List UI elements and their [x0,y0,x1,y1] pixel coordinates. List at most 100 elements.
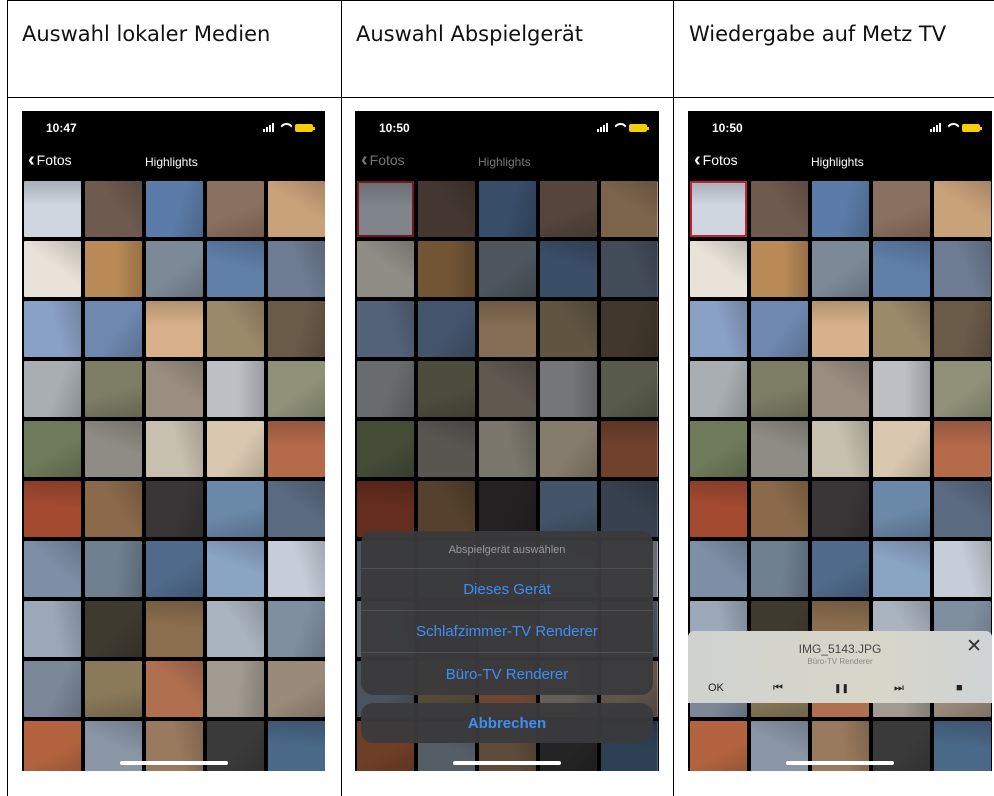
photo-thumbnail[interactable] [268,481,325,537]
photo-thumbnail[interactable] [690,721,747,771]
photo-thumbnail[interactable] [207,481,264,537]
photo-thumbnail[interactable] [268,301,325,357]
photo-thumbnail[interactable] [24,721,81,771]
photo-thumbnail[interactable] [357,181,414,237]
photo-thumbnail[interactable] [479,481,536,537]
photo-thumbnail[interactable] [24,481,81,537]
photo-thumbnail[interactable] [24,421,81,477]
photo-thumbnail[interactable] [601,481,658,537]
photo-thumbnail[interactable] [85,541,142,597]
photo-thumbnail[interactable] [85,661,142,717]
photo-thumbnail[interactable] [207,301,264,357]
photo-thumbnail[interactable] [24,601,81,657]
photo-thumbnail[interactable] [146,481,203,537]
photo-thumbnail[interactable] [601,241,658,297]
option-bedroom-tv-renderer[interactable]: Schlafzimmer-TV Renderer [361,611,653,653]
photo-thumbnail[interactable] [751,421,808,477]
photo-thumbnail[interactable] [540,481,597,537]
photo-thumbnail[interactable] [24,541,81,597]
photo-thumbnail[interactable] [207,241,264,297]
photo-thumbnail[interactable] [812,241,869,297]
photo-thumbnail[interactable] [873,481,930,537]
photo-thumbnail[interactable] [934,541,991,597]
photo-thumbnail[interactable] [690,481,747,537]
photo-thumbnail[interactable] [146,661,203,717]
photo-thumbnail[interactable] [601,361,658,417]
photo-thumbnail[interactable] [207,601,264,657]
option-this-device[interactable]: Dieses Gerät [361,569,653,611]
photo-thumbnail[interactable] [207,421,264,477]
photo-thumbnail[interactable] [934,421,991,477]
close-icon[interactable]: ✕ [966,637,982,657]
back-button[interactable]: ‹ Fotos [28,150,72,170]
photo-thumbnail[interactable] [418,181,475,237]
photo-thumbnail[interactable] [540,421,597,477]
photo-thumbnail[interactable] [873,241,930,297]
photo-thumbnail[interactable] [934,481,991,537]
photo-thumbnail[interactable] [934,241,991,297]
photo-thumbnail[interactable] [873,301,930,357]
pause-icon[interactable]: ❚❚ [834,681,849,695]
photo-thumbnail[interactable] [24,301,81,357]
photo-thumbnail[interactable] [268,721,325,771]
photo-thumbnail[interactable] [85,361,142,417]
photo-thumbnail[interactable] [418,241,475,297]
photo-thumbnail[interactable] [540,361,597,417]
photo-thumbnail[interactable] [146,601,203,657]
photo-thumbnail[interactable] [479,181,536,237]
photo-thumbnail[interactable] [418,301,475,357]
photo-thumbnail[interactable] [934,301,991,357]
photo-thumbnail[interactable] [540,301,597,357]
back-button[interactable]: ‹ Fotos [361,150,405,170]
photo-thumbnail[interactable] [873,361,930,417]
option-office-tv-renderer[interactable]: Büro-TV Renderer [361,653,653,695]
photo-thumbnail[interactable] [85,241,142,297]
photo-thumbnail[interactable] [146,241,203,297]
photo-thumbnail[interactable] [934,181,991,237]
photo-thumbnail[interactable] [357,241,414,297]
photo-thumbnail[interactable] [146,421,203,477]
back-button[interactable]: ‹ Fotos [694,150,738,170]
photo-thumbnail[interactable] [357,301,414,357]
photo-thumbnail[interactable] [690,301,747,357]
photo-thumbnail[interactable] [357,421,414,477]
photo-thumbnail[interactable] [812,301,869,357]
previous-icon[interactable]: ⏮ [773,681,783,695]
photo-thumbnail[interactable] [540,241,597,297]
photo-thumbnail[interactable] [207,181,264,237]
photo-thumbnail[interactable] [85,481,142,537]
photo-thumbnail[interactable] [479,301,536,357]
photo-thumbnail[interactable] [268,421,325,477]
photo-thumbnail[interactable] [268,241,325,297]
photo-thumbnail[interactable] [418,421,475,477]
photo-thumbnail[interactable] [207,661,264,717]
photo-thumbnail[interactable] [540,181,597,237]
photo-thumbnail[interactable] [812,181,869,237]
photo-thumbnail[interactable] [207,541,264,597]
cancel-button[interactable]: Abbrechen [361,703,653,743]
stop-icon[interactable]: ■ [956,681,963,695]
photo-thumbnail[interactable] [24,181,81,237]
photo-thumbnail[interactable] [812,541,869,597]
photo-thumbnail[interactable] [268,601,325,657]
photo-thumbnail[interactable] [146,181,203,237]
photo-thumbnail[interactable] [601,181,658,237]
photo-thumbnail[interactable] [812,361,869,417]
photo-thumbnail[interactable] [418,361,475,417]
photo-thumbnail[interactable] [24,661,81,717]
photo-thumbnail[interactable] [85,421,142,477]
photo-thumbnail[interactable] [357,361,414,417]
photo-thumbnail[interactable] [812,481,869,537]
photo-thumbnail[interactable] [268,541,325,597]
photo-thumbnail[interactable] [751,181,808,237]
photo-thumbnail[interactable] [24,241,81,297]
photo-thumbnail[interactable] [268,361,325,417]
photo-thumbnail[interactable] [873,181,930,237]
photo-thumbnail[interactable] [479,421,536,477]
photo-thumbnail[interactable] [751,241,808,297]
photo-thumbnail[interactable] [418,481,475,537]
photo-thumbnail[interactable] [24,361,81,417]
photo-thumbnail[interactable] [873,421,930,477]
photo-thumbnail[interactable] [690,241,747,297]
photo-thumbnail[interactable] [85,181,142,237]
